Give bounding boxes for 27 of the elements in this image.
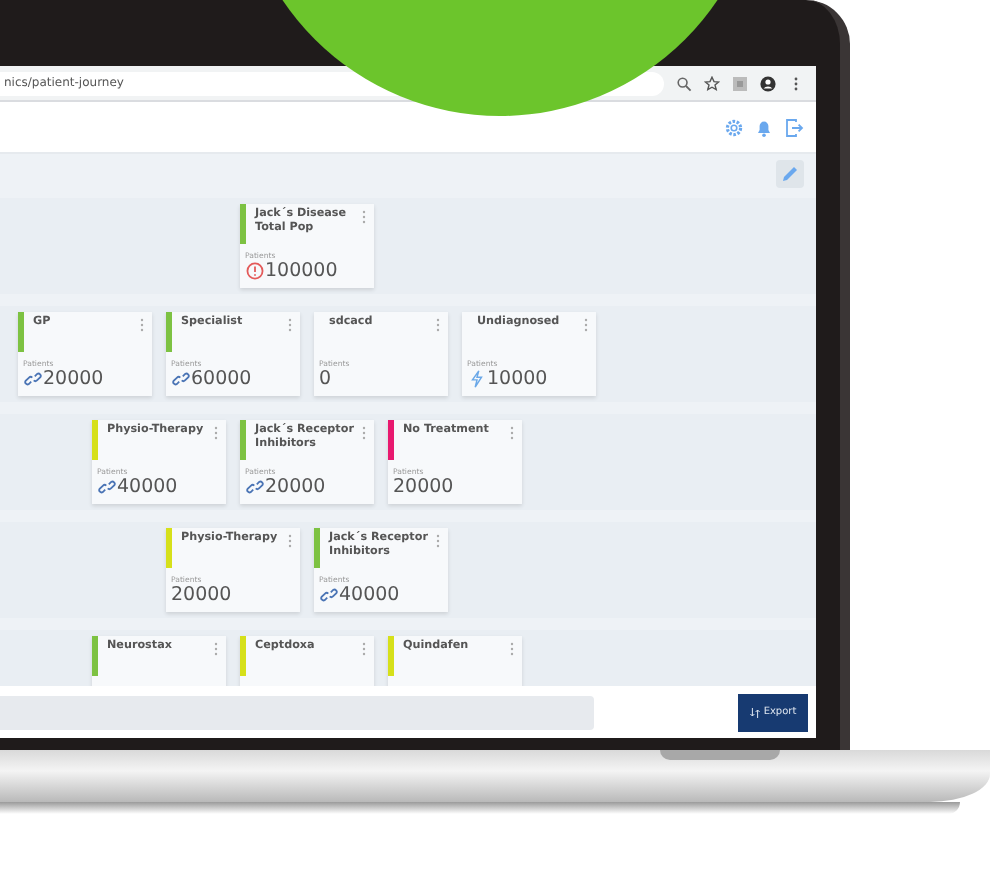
star-icon[interactable] (704, 75, 720, 91)
alert-icon (245, 262, 263, 280)
sort-icon (749, 707, 760, 717)
settings-icon[interactable] (724, 117, 744, 137)
link-icon (23, 370, 41, 388)
patient-count: 20000 (171, 584, 232, 606)
patient-count: 10000 (487, 368, 548, 390)
patient-count: 20000 (393, 476, 454, 498)
patient-count: 20000 (43, 368, 104, 390)
link-icon (171, 370, 189, 388)
logout-icon[interactable] (784, 117, 804, 137)
edit-button[interactable] (776, 160, 804, 188)
patient-count: 40000 (117, 476, 178, 498)
patient-count: 60000 (191, 368, 252, 390)
zoom-icon[interactable] (676, 75, 692, 91)
link-icon (97, 478, 115, 496)
pencil-icon (780, 164, 800, 184)
patient-count: 100000 (265, 260, 338, 282)
patient-count: 20000 (265, 476, 326, 498)
bell-icon[interactable] (754, 117, 774, 137)
extension-icon[interactable] (732, 75, 748, 91)
lightning-icon (467, 370, 485, 388)
link-icon (319, 586, 337, 604)
link-icon (245, 478, 263, 496)
patient-count: 0 (319, 368, 332, 390)
patient-count: 40000 (339, 584, 400, 606)
account-icon[interactable] (760, 75, 776, 91)
